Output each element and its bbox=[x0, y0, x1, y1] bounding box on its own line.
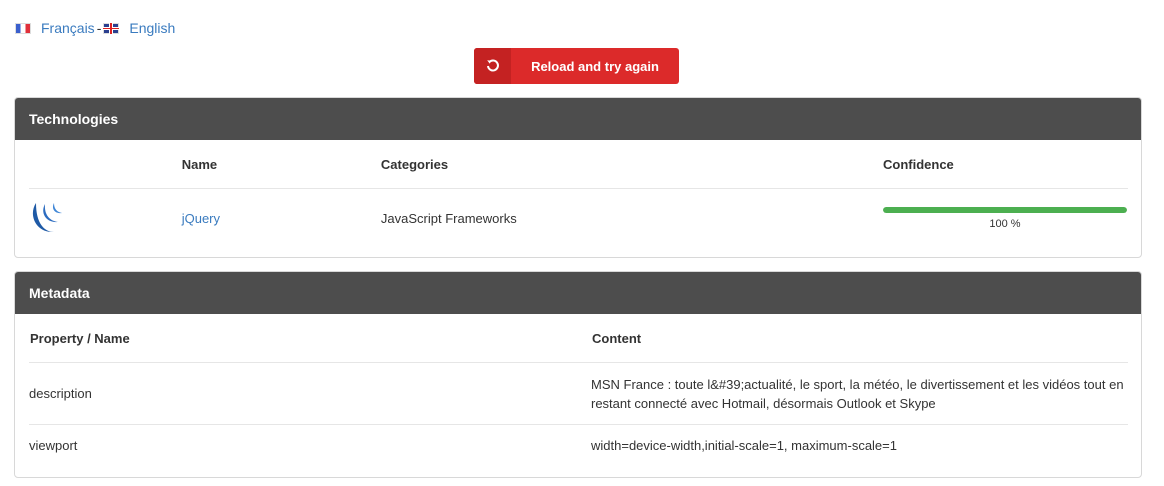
metadata-panel-title: Metadata bbox=[15, 272, 1141, 314]
metadata-panel: Metadata Property / Name Content descrip… bbox=[14, 271, 1142, 478]
tech-icon-cell bbox=[29, 189, 181, 248]
reload-button[interactable]: Reload and try again bbox=[474, 48, 679, 84]
meta-property-cell: viewport bbox=[29, 438, 78, 453]
technologies-table: Name Categories Confidence jQuery JavaSc… bbox=[29, 140, 1128, 247]
tech-col-icon bbox=[29, 140, 181, 189]
meta-col-property: Property / Name bbox=[29, 314, 591, 363]
meta-col-content: Content bbox=[591, 314, 1128, 363]
meta-content-cell: width=device-width,initial-scale=1, maxi… bbox=[591, 438, 897, 453]
tech-name-cell: jQuery bbox=[181, 189, 380, 248]
metadata-table: Property / Name Content description MSN … bbox=[29, 314, 1128, 466]
jquery-logo-icon bbox=[30, 202, 68, 238]
table-row: viewport width=device-width,initial-scal… bbox=[29, 425, 1128, 467]
tech-col-categories: Categories bbox=[379, 140, 882, 189]
table-row: description MSN France : toute l&#39;act… bbox=[29, 362, 1128, 425]
uk-flag-icon bbox=[103, 22, 120, 34]
confidence-bar bbox=[883, 206, 1127, 213]
tech-name-link[interactable]: jQuery bbox=[182, 211, 220, 226]
table-row: jQuery JavaScript Frameworks 100 % bbox=[29, 189, 1128, 248]
meta-property-cell: description bbox=[29, 362, 591, 425]
tech-col-name: Name bbox=[180, 140, 380, 189]
language-link-french[interactable]: Français bbox=[41, 20, 95, 36]
technologies-panel-title: Technologies bbox=[15, 98, 1141, 140]
tech-confidence-cell: 100 % bbox=[882, 189, 1128, 248]
tech-col-confidence: Confidence bbox=[882, 140, 1128, 189]
reload-icon bbox=[474, 48, 511, 84]
confidence-text: 100 % bbox=[989, 217, 1021, 230]
meta-content-cell: MSN France : toute l&#39;actualité, le s… bbox=[591, 362, 1128, 425]
language-separator: - bbox=[96, 20, 102, 36]
language-switcher: Français - English bbox=[15, 20, 175, 36]
confidence-bar-fill bbox=[883, 206, 1127, 213]
technologies-panel: Technologies Name Categories Confidence bbox=[14, 97, 1142, 258]
language-link-english[interactable]: English bbox=[129, 20, 175, 36]
reload-button-label: Reload and try again bbox=[531, 58, 659, 74]
french-flag-icon bbox=[15, 22, 31, 34]
tech-category-cell: JavaScript Frameworks bbox=[380, 210, 517, 226]
